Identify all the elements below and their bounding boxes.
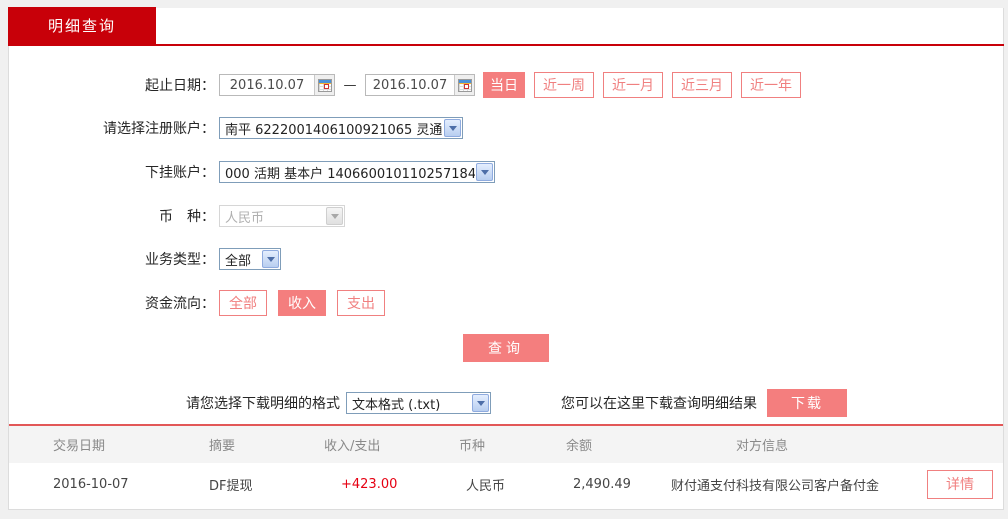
fund-flow-row: 资金流向： 全部 收入 支出 <box>9 290 1003 316</box>
tab-detail-query[interactable]: 明细查询 <box>8 7 156 46</box>
download-row: 请您选择下载明细的格式 文本格式 (.txt) 您可以在这里下载查询明细结果 下… <box>9 389 1003 417</box>
currency-select: 人民币 <box>219 205 345 227</box>
detail-query-panel: 明细查询 起止日期： 2016.10.07 — 2016.10.07 当日 近一周… <box>8 7 1004 510</box>
fund-flow-button[interactable]: 全部 <box>219 290 267 316</box>
date-range-label: 起止日期： <box>145 78 215 94</box>
table-header-cell: 余额 <box>566 439 593 454</box>
registered-account-row: 请选择注册账户： 南平 6222001406100921065 灵通卡 <box>9 116 1003 140</box>
date-range-button[interactable]: 当日 <box>483 72 525 98</box>
fund-flow-button[interactable]: 支出 <box>337 290 385 316</box>
registered-account-label: 请选择注册账户： <box>103 121 215 137</box>
detail-button[interactable]: 详情 <box>927 469 993 499</box>
sub-account-row: 下挂账户： 000 活期 基本户 1406600101102571848 <box>9 160 1003 184</box>
cell-summary: DF提现 <box>209 478 253 494</box>
table-header-cell: 摘要 <box>209 439 236 454</box>
date-range-row: 起止日期： 2016.10.07 — 2016.10.07 当日 近一周 近一月 近三… <box>9 72 1003 98</box>
tab-bar: 明细查询 <box>8 7 1004 46</box>
calendar-icon <box>317 78 332 92</box>
cell-action: 详情 <box>917 469 1003 499</box>
sub-account-label: 下挂账户： <box>145 165 215 181</box>
business-type-select[interactable]: 全部 <box>219 248 281 270</box>
currency-label: 币 种： <box>159 209 215 225</box>
chevron-down-icon <box>444 119 461 137</box>
table-header-row: 交易日期 摘要 收入/支出 币种 余额 对方信息 <box>9 426 1003 463</box>
sub-account-value: 000 活期 基本户 1406600101102571848 <box>225 166 475 182</box>
end-date-value: 2016.10.07 <box>372 77 448 93</box>
fund-flow-button[interactable]: 收入 <box>278 290 326 316</box>
fund-flow-buttons: 全部 收入 支出 <box>219 290 396 316</box>
download-format-label: 请您选择下载明细的格式 <box>186 396 340 412</box>
date-range-button[interactable]: 近一年 <box>741 72 801 98</box>
table-header-cell: 对方信息 <box>736 439 789 454</box>
end-date-calendar-button[interactable] <box>454 75 474 95</box>
table-body: 2016-10-07 DF提现 +423.00 人民币 2,490.49 财付通… <box>9 463 1003 505</box>
registered-account-value: 南平 6222001406100921065 灵通卡 <box>225 122 443 138</box>
download-format-value: 文本格式 (.txt) <box>352 397 441 413</box>
start-date-value: 2016.10.07 <box>229 77 305 93</box>
chevron-down-icon <box>262 250 279 268</box>
sub-account-select[interactable]: 000 活期 基本户 1406600101102571848 <box>219 161 495 183</box>
table-header-cell: 交易日期 <box>53 439 106 454</box>
download-button[interactable]: 下载 <box>767 389 847 417</box>
table-header-cell: 收入/支出 <box>324 439 381 454</box>
currency-value: 人民币 <box>225 210 265 226</box>
business-type-row: 业务类型： 全部 <box>9 248 1003 270</box>
download-format-select[interactable]: 文本格式 (.txt) <box>346 392 491 414</box>
calendar-icon <box>457 78 472 92</box>
date-quick-buttons: 当日 近一周 近一月 近三月 近一年 <box>483 72 810 98</box>
table-header-cell: 币种 <box>459 439 486 454</box>
date-range-button[interactable]: 近一周 <box>534 72 594 98</box>
cell-counterparty: 财付通支付科技有限公司客户备付金 <box>671 478 880 494</box>
business-type-label: 业务类型： <box>145 252 215 268</box>
cell-balance: 2,490.49 <box>573 476 631 492</box>
cell-currency: 人民币 <box>466 478 506 494</box>
cell-transaction-date: 2016-10-07 <box>53 476 129 492</box>
cell-amount: +423.00 <box>341 476 398 492</box>
business-type-value: 全部 <box>225 253 252 269</box>
end-date-input[interactable]: 2016.10.07 <box>365 74 475 96</box>
start-date-calendar-button[interactable] <box>314 75 334 95</box>
chevron-down-icon <box>472 394 489 412</box>
currency-row: 币 种： 人民币 <box>9 204 1003 228</box>
query-button[interactable]: 查询 <box>463 334 549 362</box>
query-row: 查询 <box>9 334 1003 362</box>
download-hint: 您可以在这里下载查询明细结果 <box>561 396 757 412</box>
date-range-button[interactable]: 近一月 <box>603 72 663 98</box>
date-range-separator: — <box>343 77 357 93</box>
start-date-input[interactable]: 2016.10.07 <box>219 74 335 96</box>
chevron-down-icon <box>476 163 493 181</box>
fund-flow-label: 资金流向： <box>145 296 215 312</box>
date-range-button[interactable]: 近三月 <box>672 72 732 98</box>
table-row: 2016-10-07 DF提现 +423.00 人民币 2,490.49 财付通… <box>9 463 1003 505</box>
chevron-down-icon <box>326 207 343 225</box>
registered-account-select[interactable]: 南平 6222001406100921065 灵通卡 <box>219 117 463 139</box>
